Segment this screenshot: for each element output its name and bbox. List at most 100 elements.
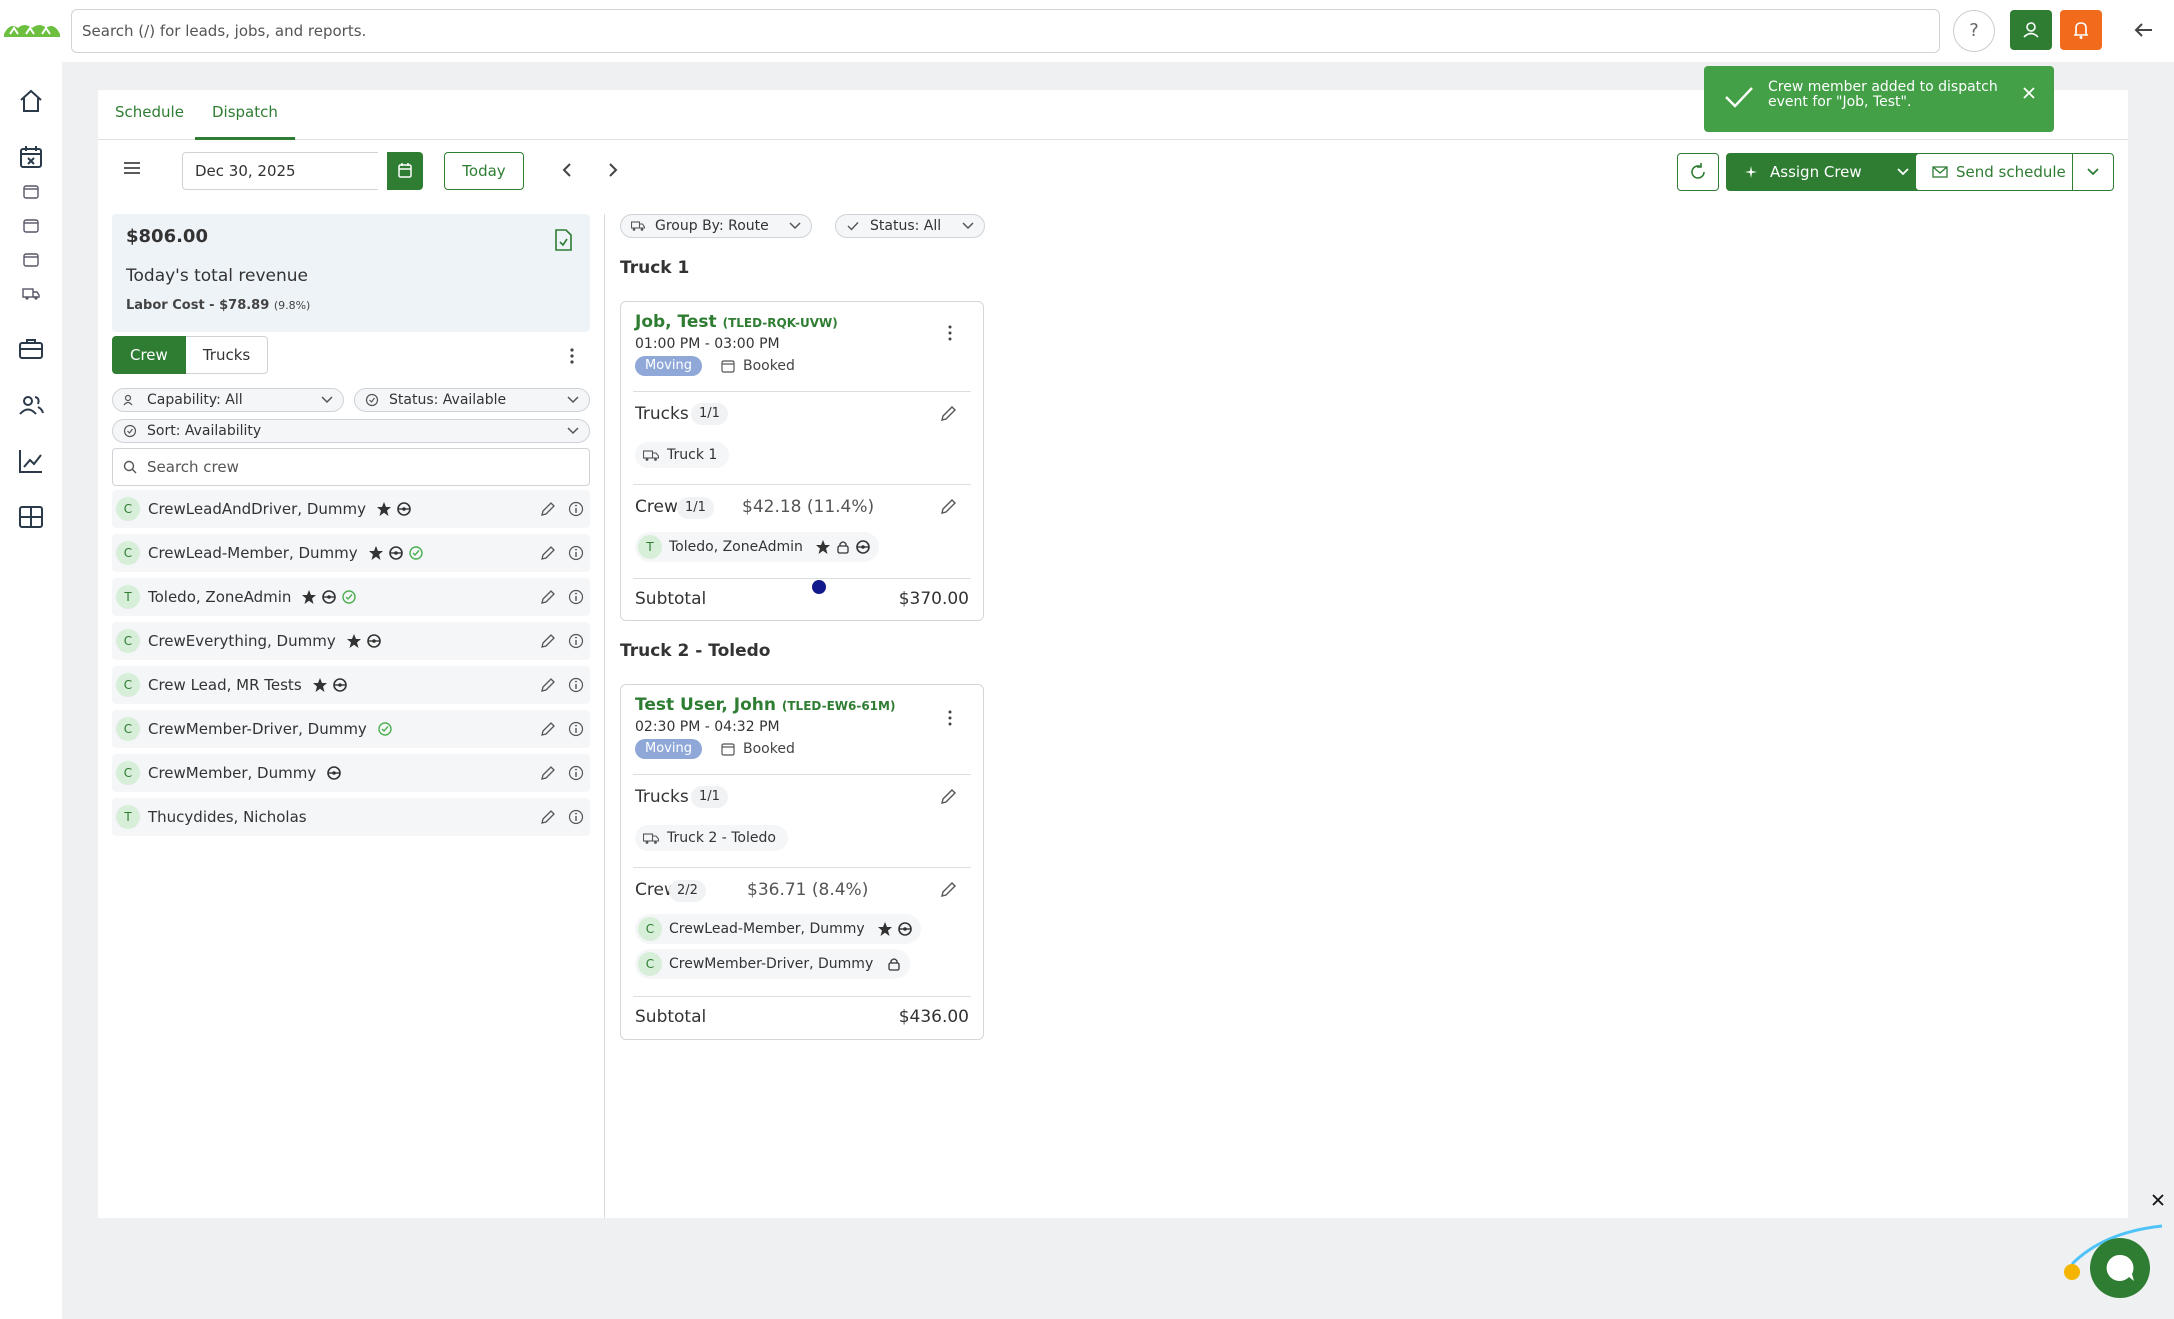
company-logo[interactable] — [2, 18, 62, 40]
close-icon[interactable] — [2152, 1194, 2164, 1206]
job-name[interactable]: Job, Test (TLED-RQK-UVW) — [635, 312, 838, 332]
crew-list-item[interactable]: C CrewLead-Member, Dummy — [112, 534, 590, 572]
info-icon[interactable] — [568, 545, 584, 561]
info-icon[interactable] — [568, 809, 584, 825]
drag-cursor-dot — [812, 580, 826, 594]
users-icon[interactable] — [16, 390, 46, 420]
calendar-small-icon[interactable] — [22, 250, 40, 268]
tab-schedule[interactable]: Schedule — [98, 90, 201, 140]
pencil-icon[interactable] — [939, 405, 957, 423]
grid-icon[interactable] — [16, 502, 46, 532]
crew-member-name: CrewMember-Driver, Dummy — [148, 720, 367, 738]
crew-list-item[interactable]: C CrewMember-Driver, Dummy — [112, 710, 590, 748]
home-icon[interactable] — [16, 86, 46, 116]
crew-member-chip[interactable]: C CrewLead-Member, Dummy — [635, 914, 922, 944]
send-schedule-dropdown[interactable] — [2072, 153, 2114, 191]
check-circle-icon — [342, 590, 356, 604]
crew-list-item[interactable]: C Crew Lead, MR Tests — [112, 666, 590, 704]
crew-list-item[interactable]: C CrewLeadAndDriver, Dummy — [112, 490, 590, 528]
arrow-left-icon[interactable] — [2130, 16, 2158, 44]
close-icon[interactable] — [2022, 86, 2036, 100]
group-by-filter[interactable]: Group By: Route — [620, 214, 812, 238]
truck-icon[interactable] — [22, 284, 40, 302]
send-schedule-button[interactable]: Send schedule — [1915, 153, 2089, 191]
calendar-icon[interactable] — [16, 142, 46, 172]
info-icon[interactable] — [568, 633, 584, 649]
sparkle-icon — [1745, 166, 1757, 178]
bell-icon — [2074, 22, 2088, 39]
section-divider — [633, 578, 971, 579]
chevron-left-icon[interactable] — [558, 160, 578, 180]
briefcase-icon[interactable] — [16, 334, 46, 364]
pencil-icon[interactable] — [939, 788, 957, 806]
success-toast: Crew member added to dispatch event for … — [1704, 66, 2054, 132]
refresh-icon — [1691, 163, 1705, 179]
job-card[interactable]: Job, Test (TLED-RQK-UVW) 01:00 PM - 03:0… — [620, 301, 984, 621]
top-bar: Search (/) for leads, jobs, and reports.… — [0, 0, 2174, 62]
info-icon[interactable] — [568, 721, 584, 737]
pencil-icon[interactable] — [939, 881, 957, 899]
pencil-icon[interactable] — [939, 498, 957, 516]
crew-list-item[interactable]: C CrewEverything, Dummy — [112, 622, 590, 660]
check-icon — [1725, 87, 1753, 108]
info-icon[interactable] — [568, 765, 584, 781]
crew-search-input[interactable]: Search crew — [112, 448, 590, 486]
pencil-icon[interactable] — [540, 545, 556, 561]
steering-wheel-icon — [367, 634, 381, 648]
crew-count: 2/2 — [669, 880, 706, 902]
job-card[interactable]: Test User, John (TLED-EW6-61M) 02:30 PM … — [620, 684, 984, 1040]
calendar-list-icon[interactable] — [22, 216, 40, 234]
pencil-icon[interactable] — [540, 589, 556, 605]
info-icon[interactable] — [568, 677, 584, 693]
today-button[interactable]: Today — [444, 152, 524, 190]
help-button[interactable]: ? — [1953, 10, 1995, 52]
hamburger-menu-icon[interactable] — [122, 158, 142, 178]
chat-launcher-button[interactable] — [2090, 1238, 2150, 1298]
pencil-icon[interactable] — [540, 501, 556, 517]
steering-wheel-icon — [333, 678, 347, 692]
crew-member-chip[interactable]: C CrewMember-Driver, Dummy — [635, 949, 910, 979]
dispatch-status-filter[interactable]: Status: All — [835, 214, 985, 238]
status-filter[interactable]: Status: Available — [354, 388, 590, 412]
crew-member-chip[interactable]: T Toledo, ZoneAdmin — [635, 532, 880, 562]
trucks-toggle-button[interactable]: Trucks — [185, 336, 269, 374]
pencil-icon[interactable] — [540, 765, 556, 781]
subtotal-label: Subtotal — [635, 1007, 707, 1027]
labor-cost: Labor Cost - $78.89 (9.8%) — [126, 298, 310, 313]
crew-list-item[interactable]: T Toledo, ZoneAdmin — [112, 578, 590, 616]
crew-toggle-button[interactable]: Crew — [112, 336, 186, 374]
calendar-check-icon[interactable] — [22, 182, 40, 200]
job-name[interactable]: Test User, John (TLED-EW6-61M) — [635, 695, 895, 715]
capability-filter[interactable]: Capability: All — [112, 388, 344, 412]
kebab-menu-icon[interactable] — [945, 324, 955, 342]
chevron-right-icon[interactable] — [602, 160, 622, 180]
sort-filter[interactable]: Sort: Availability — [112, 419, 590, 443]
date-picker-input[interactable]: Dec 30, 2025 — [182, 152, 378, 190]
star-icon — [878, 922, 893, 936]
kebab-menu-icon[interactable] — [566, 346, 578, 366]
crew-list-item[interactable]: T Thucydides, Nicholas — [112, 798, 590, 836]
kebab-menu-icon[interactable] — [945, 709, 955, 727]
info-icon[interactable] — [568, 589, 584, 605]
tab-dispatch[interactable]: Dispatch — [195, 90, 295, 140]
crew-list-item[interactable]: C CrewMember, Dummy — [112, 754, 590, 792]
section-divider — [633, 484, 971, 485]
pencil-icon[interactable] — [540, 721, 556, 737]
pencil-icon[interactable] — [540, 809, 556, 825]
pencil-icon[interactable] — [540, 677, 556, 693]
assign-crew-button[interactable]: Assign Crew — [1726, 153, 1882, 191]
section-divider — [633, 391, 971, 392]
info-icon[interactable] — [568, 501, 584, 517]
calendar-picker-button[interactable] — [387, 152, 423, 190]
lock-icon — [837, 541, 849, 554]
notifications-button[interactable] — [2060, 10, 2102, 50]
crew-cost: $36.71 (8.4%) — [747, 880, 869, 900]
user-profile-button[interactable] — [2010, 10, 2052, 50]
chart-line-icon[interactable] — [16, 446, 46, 476]
document-check-icon[interactable] — [552, 228, 574, 252]
refresh-button[interactable] — [1677, 153, 1719, 191]
labor-cost-percent: (9.8%) — [273, 299, 311, 312]
global-search-input[interactable]: Search (/) for leads, jobs, and reports. — [71, 9, 1940, 53]
crew-count: 1/1 — [677, 497, 714, 519]
pencil-icon[interactable] — [540, 633, 556, 649]
